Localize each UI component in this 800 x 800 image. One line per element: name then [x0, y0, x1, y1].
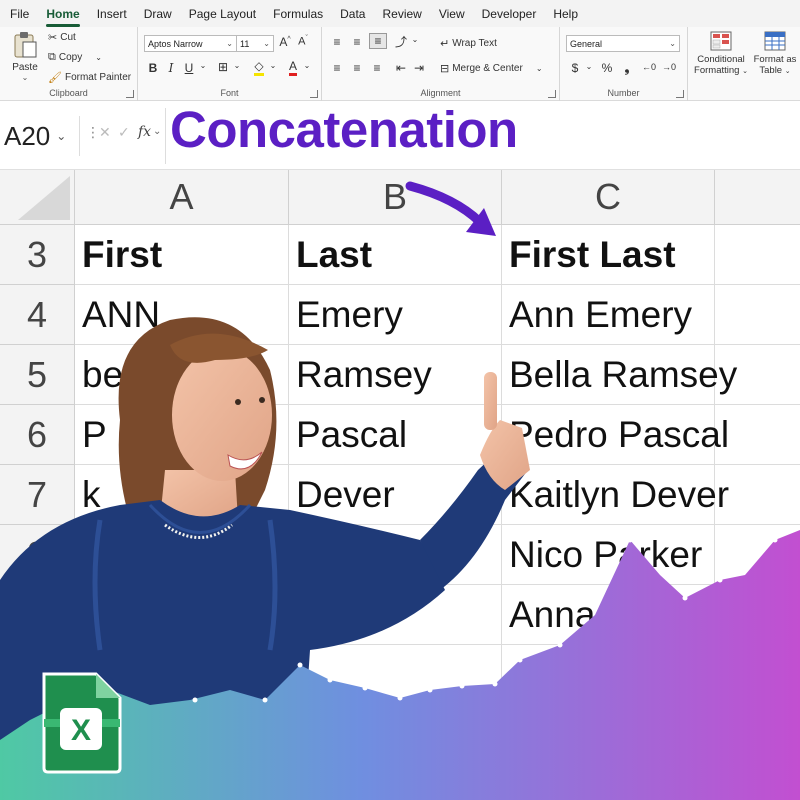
curved-arrow-icon: [405, 181, 496, 236]
excel-window: File Home Insert Draw Page Layout Formul…: [0, 0, 800, 800]
svg-text:X: X: [71, 714, 91, 747]
excel-logo-icon: X: [42, 672, 122, 774]
